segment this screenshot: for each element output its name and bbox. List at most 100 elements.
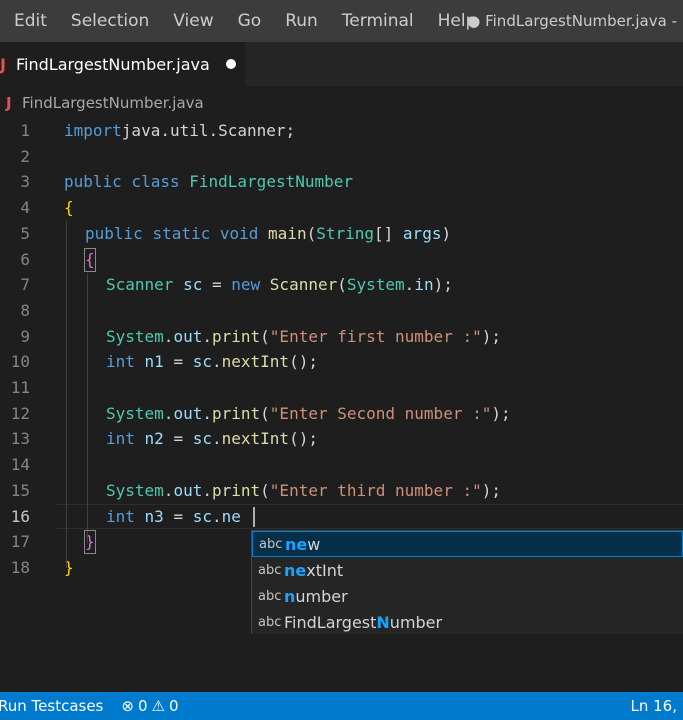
code-token: ne <box>221 506 241 526</box>
problems-indicator[interactable]: ⊗ 0 ⚠ 0 <box>121 697 182 715</box>
line-number: 8 <box>20 300 30 320</box>
suggestion-item[interactable]: abc new <box>252 531 683 557</box>
code-line[interactable]: 2 <box>0 144 683 170</box>
line-number: 2 <box>20 146 30 166</box>
code-token: "Enter Second number :" <box>269 403 492 423</box>
code-line[interactable]: 10 int n1 = sc.nextInt(); <box>0 349 683 375</box>
run-testcases-button[interactable]: Run Testcases <box>0 697 103 715</box>
breadcrumb-file[interactable]: FindLargestNumber.java <box>22 94 204 112</box>
code-token: args <box>402 223 442 243</box>
code-token: . <box>163 480 174 500</box>
bracket-match-highlight <box>84 248 96 272</box>
code-token: [] <box>374 223 403 243</box>
code-line[interactable]: 9 System.out.print("Enter first number :"… <box>0 324 683 350</box>
code-line[interactable]: 13 int n2 = sc.nextInt(); <box>0 426 683 452</box>
line-number: 18 <box>10 557 30 577</box>
code-text: Scanner sc = new Scanner(System.in); <box>106 272 453 298</box>
code-token: print <box>211 403 261 423</box>
code-line[interactable]: 11 <box>0 375 683 401</box>
line-number: 10 <box>10 352 30 372</box>
code-token: String <box>316 223 375 243</box>
menu-go[interactable]: Go <box>226 0 274 42</box>
code-token: (); <box>289 429 318 449</box>
code-token: "Enter third number :" <box>269 480 482 500</box>
code-line[interactable]: 3 public class FindLargestNumber <box>0 169 683 195</box>
code-line[interactable]: 4{ <box>0 195 683 221</box>
code-line[interactable]: 1 importjava.util.Scanner; <box>0 118 683 144</box>
code-token: ( <box>260 480 270 500</box>
code-token: ); <box>491 403 511 423</box>
suggestion-item[interactable]: abc nextInt <box>252 557 683 583</box>
code-token: java.util.Scanner; <box>121 121 296 140</box>
suggest-widget: abc new abc nextInt abc number abc FindLargestN… <box>251 530 683 634</box>
code-token: . <box>163 403 174 423</box>
suggestion-item[interactable]: abc number <box>252 583 683 609</box>
code-token: print <box>211 326 261 346</box>
suggestion-item[interactable]: abc FindLargestNumber <box>252 609 683 635</box>
code-token: . <box>202 326 212 346</box>
line-number: 11 <box>10 378 30 397</box>
code-line[interactable]: 12 System.out.print("Enter Second number … <box>0 401 683 427</box>
code-token: int <box>106 506 135 526</box>
code-token: . <box>202 403 212 423</box>
code-token: sc <box>183 275 203 295</box>
line-number: 14 <box>10 455 30 475</box>
menu-selection[interactable]: Selection <box>59 0 161 42</box>
code-line[interactable]: 16 int n3 = sc.ne <box>0 503 683 530</box>
code-token: ( <box>260 326 270 346</box>
code-token: ) <box>441 223 452 243</box>
text-suggestion-icon: abc <box>259 536 283 552</box>
error-icon: ⊗ <box>121 697 134 715</box>
line-number: 6 <box>20 249 30 269</box>
code-token: n2 <box>144 429 164 449</box>
suggestion-label: number <box>284 586 348 606</box>
code-editor[interactable]: 18} 17} 16 int n3 = sc.ne 15 System.out.print… <box>0 118 683 588</box>
line-number: 15 <box>10 480 30 500</box>
code-line[interactable]: 8 <box>0 298 683 324</box>
code-token: (); <box>289 352 318 372</box>
code-token: . <box>211 429 222 449</box>
code-line[interactable]: 15 System.out.print("Enter third number :… <box>0 478 683 504</box>
code-token: . <box>404 275 415 295</box>
menu-bar: Edit Selection View Go Run Terminal Help… <box>0 0 683 42</box>
code-text: public class FindLargestNumber <box>64 169 353 195</box>
menu-terminal[interactable]: Terminal <box>330 0 426 42</box>
warning-icon: ⚠ <box>151 697 165 715</box>
tab-label: FindLargestNumber.java <box>16 54 210 74</box>
line-number: 17 <box>10 532 30 552</box>
code-text: int n3 = sc.ne <box>106 504 241 530</box>
code-token: ); <box>481 480 501 500</box>
text-suggestion-icon: abc <box>258 614 282 630</box>
text-cursor <box>253 507 255 527</box>
tab-findlargestnumber[interactable]: J FindLargestNumber.java <box>0 42 245 86</box>
menu-view[interactable]: View <box>161 0 225 42</box>
menu-edit[interactable]: Edit <box>0 0 59 42</box>
cursor-position[interactable]: Ln 16, <box>631 697 678 715</box>
unsaved-dot-icon[interactable] <box>225 59 236 69</box>
code-token: . <box>163 326 174 346</box>
code-line[interactable]: 5 public static void main(String[] args) <box>0 221 683 247</box>
window-title: ● FindLargestNumber.java - <box>467 12 677 30</box>
code-text: { <box>64 195 74 221</box>
code-token: out <box>173 326 203 346</box>
line-number: 1 <box>20 121 30 140</box>
indent-guide <box>87 273 88 543</box>
code-text: System.out.print("Enter Second number :"… <box>106 401 511 427</box>
code-token: nextInt <box>221 352 290 372</box>
suggestion-label: new <box>285 534 321 554</box>
suggestion-label: FindLargestNumber <box>284 612 443 632</box>
menu-run[interactable]: Run <box>273 0 330 42</box>
code-line[interactable]: 7 Scanner sc = new Scanner(System.in); <box>0 272 683 298</box>
code-text: importjava.util.Scanner; <box>64 118 295 144</box>
code-line[interactable]: 6{ <box>0 247 683 273</box>
code-token: System <box>106 326 164 346</box>
suggestion-label: nextInt <box>284 560 344 580</box>
code-token: . <box>211 352 222 372</box>
code-line[interactable]: 14 <box>0 452 683 478</box>
code-text: public static void main(String[] args) <box>85 221 451 247</box>
